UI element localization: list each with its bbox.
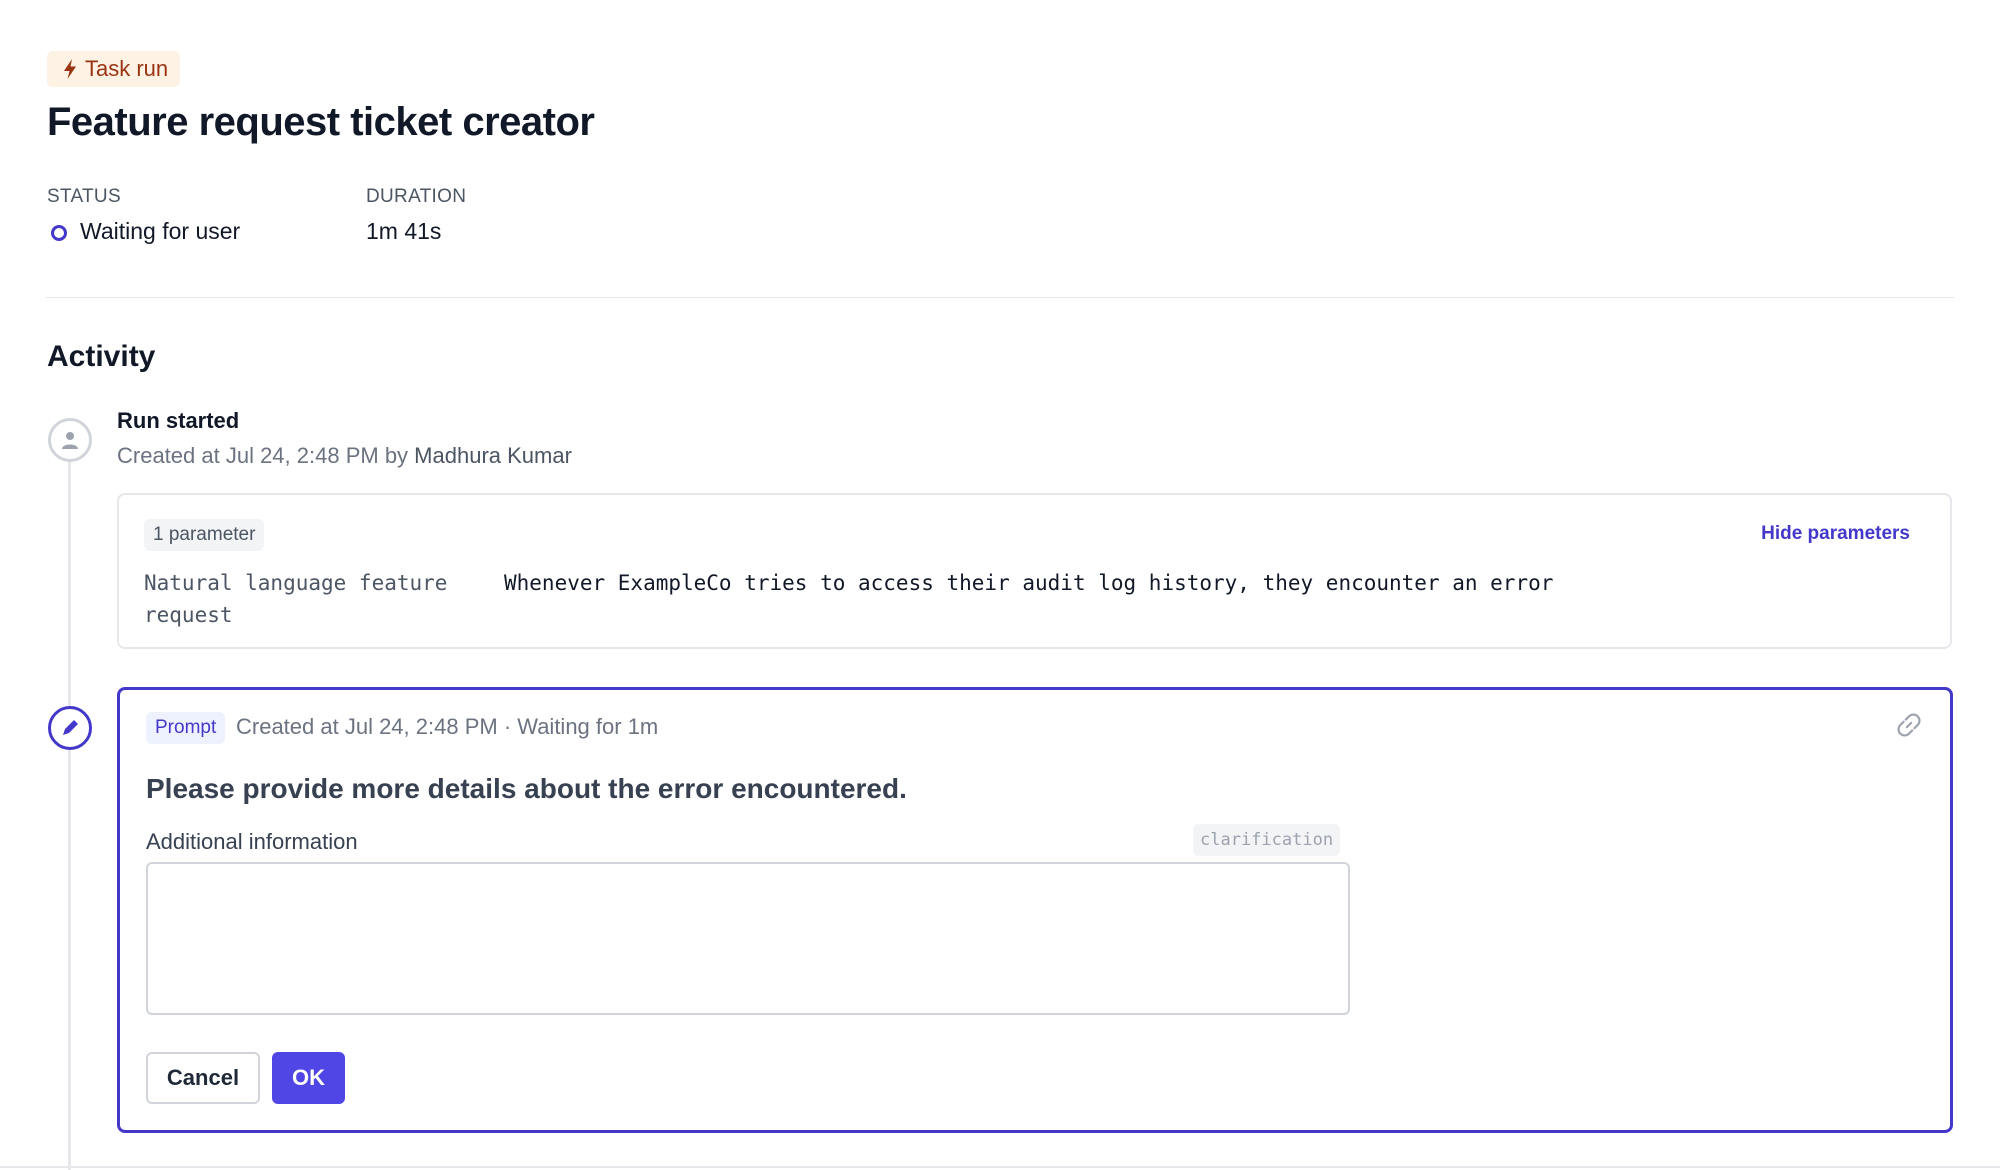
parameters-card: 1 parameter Hide parameters Natural lang… [117, 493, 1952, 649]
field-name-tag: clarification [1193, 824, 1341, 856]
parameter-key: Natural language feature request [144, 571, 448, 627]
prompt-question: Please provide more details about the er… [146, 773, 907, 804]
run-started-title: Run started [117, 408, 240, 433]
prompt-badge: Prompt [146, 712, 226, 744]
bottom-border [0, 1166, 2000, 1168]
status-label: STATUS [47, 186, 121, 207]
additional-information-label: Additional information [146, 829, 358, 854]
pencil-icon [48, 706, 92, 750]
user-avatar-icon [48, 418, 92, 462]
task-run-badge-label: Task run [85, 56, 169, 81]
task-run-page: Task run Feature request ticket creator … [0, 0, 2000, 1170]
link-icon[interactable] [1896, 712, 1922, 738]
prompt-card: Prompt Created at Jul 24, 2:48 PM · Wait… [117, 687, 1953, 1133]
run-started-created-at: Created at Jul 24, 2:48 PM by [117, 443, 415, 468]
activity-section-title: Activity [47, 340, 156, 373]
prompt-meta: Created at Jul 24, 2:48 PM · Waiting for… [236, 714, 659, 739]
cancel-button[interactable]: Cancel [146, 1052, 260, 1104]
header-divider [46, 297, 1954, 298]
parameter-value: Whenever ExampleCo tries to access their… [504, 571, 1554, 595]
page-title: Feature request ticket creator [47, 100, 595, 144]
duration-label: DURATION [366, 186, 467, 207]
status-value: Waiting for user [80, 218, 241, 244]
parameter-count-badge: 1 parameter [144, 519, 265, 551]
task-run-badge: Task run [47, 51, 181, 87]
status-indicator-icon [51, 225, 67, 241]
additional-information-input[interactable] [146, 862, 1350, 1015]
timeline-line [68, 460, 71, 1170]
run-started-subtitle: Created at Jul 24, 2:48 PM by Madhura Ku… [117, 443, 572, 469]
run-started-user: Madhura Kumar [414, 443, 572, 468]
duration-value: 1m 41s [366, 218, 442, 244]
ok-button[interactable]: OK [272, 1052, 345, 1104]
lightning-bolt-icon [64, 59, 76, 79]
hide-parameters-button[interactable]: Hide parameters [1761, 523, 1910, 545]
